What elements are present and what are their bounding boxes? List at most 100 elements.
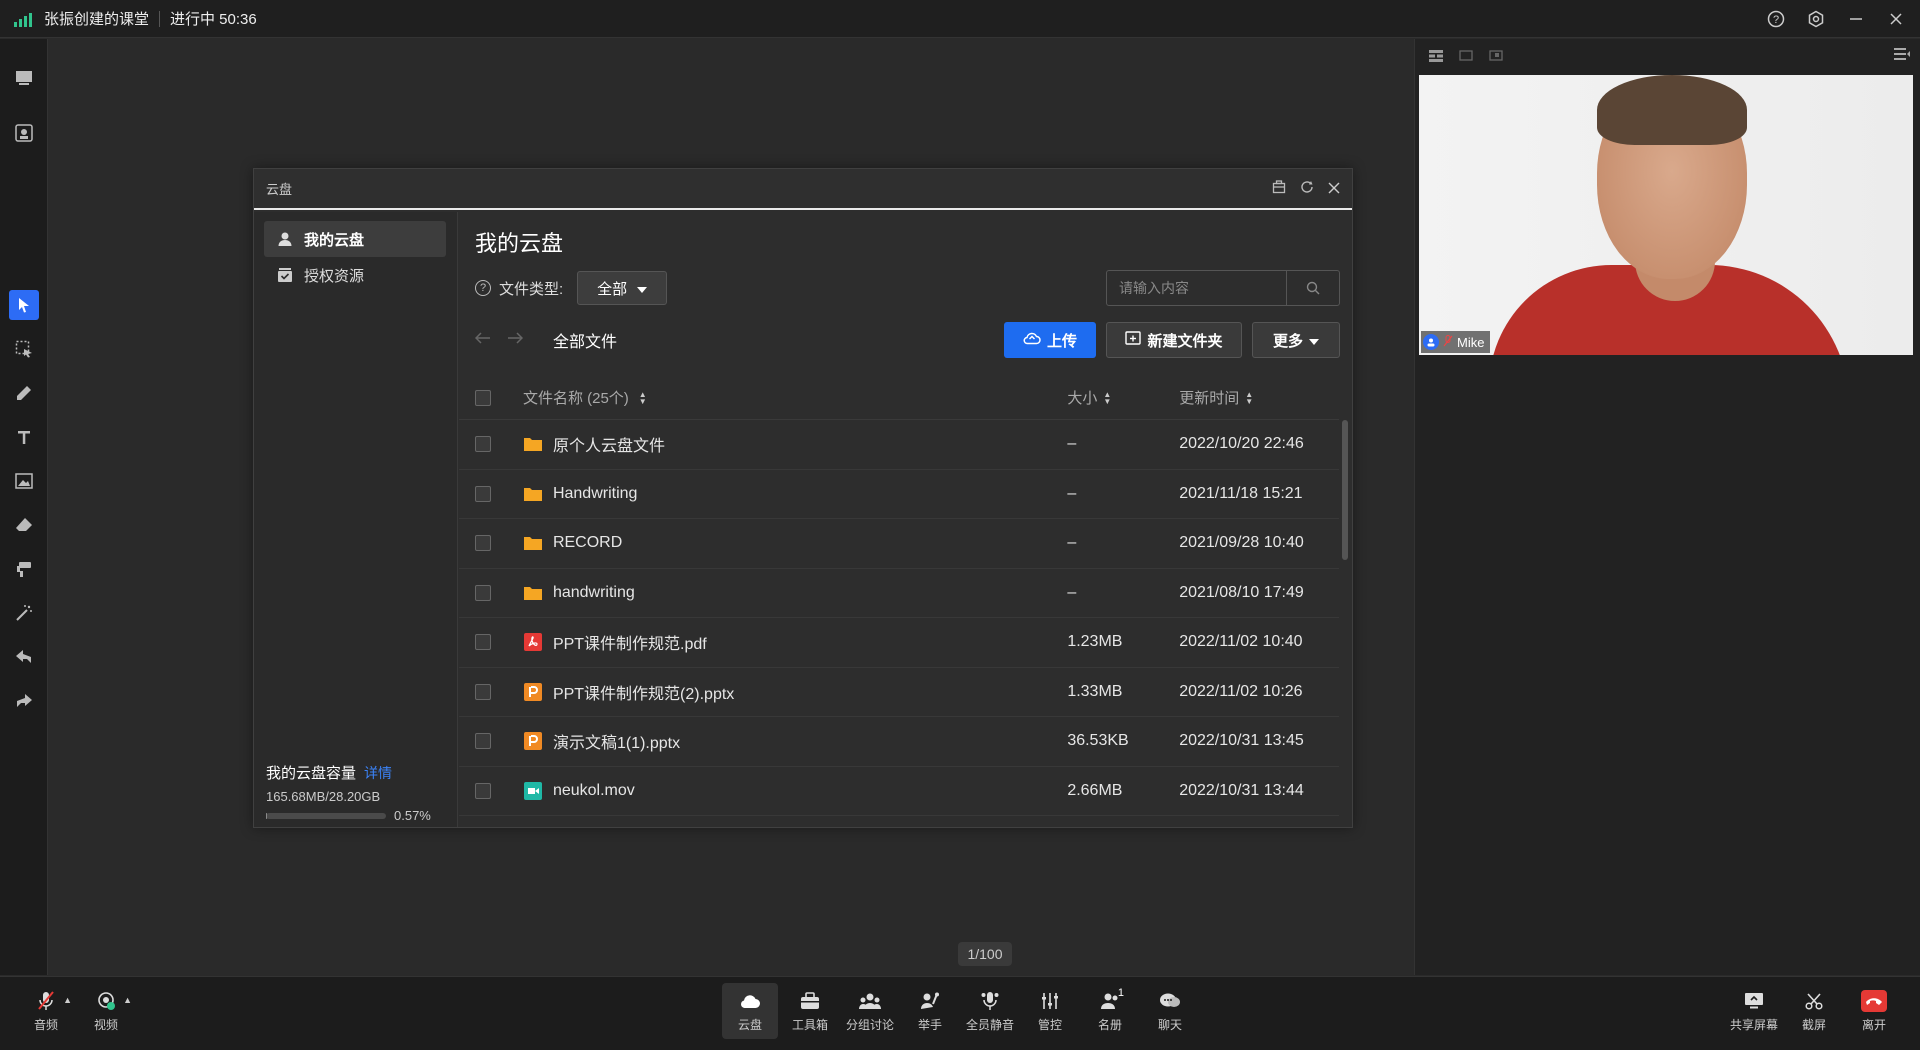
- capacity-info: 我的云盘容量 详情 165.68MB/28.20GB 0.57%: [266, 762, 446, 823]
- sidebar-item-my-cloud[interactable]: 我的云盘: [264, 221, 446, 257]
- participant-video-hair: [1597, 75, 1747, 145]
- table-row[interactable]: neukol.mov 2.66MB 2022/10/31 13:44: [459, 767, 1339, 816]
- row-checkbox[interactable]: [475, 683, 491, 700]
- caret-up-icon[interactable]: ▲: [123, 995, 132, 1005]
- help-icon[interactable]: ?: [1766, 9, 1786, 29]
- chat-button[interactable]: 聊天: [1142, 983, 1198, 1039]
- toolbox-icon: [800, 990, 820, 1012]
- row-checkbox[interactable]: [475, 584, 491, 601]
- row-checkbox[interactable]: [475, 436, 491, 453]
- magic-wand-icon[interactable]: [9, 598, 39, 628]
- table-row[interactable]: Handwriting – 2021/11/18 15:21: [459, 470, 1339, 519]
- audio-button[interactable]: 音频 ▲: [18, 983, 74, 1039]
- select-icon[interactable]: [9, 334, 39, 364]
- close-icon[interactable]: [1886, 9, 1906, 29]
- search-input[interactable]: [1107, 271, 1287, 305]
- minimize-icon[interactable]: [1846, 9, 1866, 29]
- control-label: 管控: [1037, 1017, 1062, 1032]
- column-name-header[interactable]: 文件名称 (25个) ▲ ▼: [523, 387, 1067, 408]
- toolbox-button[interactable]: 工具箱: [782, 983, 838, 1039]
- svg-text:?: ?: [1773, 14, 1779, 26]
- search-icon[interactable]: [1287, 271, 1339, 305]
- refresh-icon[interactable]: [1300, 180, 1314, 197]
- caret-down-icon: [637, 280, 648, 297]
- camera-frame-icon[interactable]: [9, 118, 39, 148]
- table-row[interactable]: 原个人云盘文件 – 2022/10/20 22:46: [459, 420, 1339, 470]
- control-button[interactable]: 管控: [1022, 983, 1078, 1039]
- upload-button[interactable]: 上传: [1004, 322, 1096, 358]
- more-button[interactable]: 更多: [1252, 322, 1340, 358]
- share-screen-button[interactable]: 共享屏幕: [1726, 983, 1782, 1039]
- grid-layout-icon[interactable]: [1429, 49, 1443, 65]
- file-type-filter: ? 文件类型: 全部: [475, 270, 668, 306]
- table-row[interactable]: 演示文稿1(1).pptx 36.53KB 2022/10/31 13:45: [459, 717, 1339, 767]
- folder-icon: [523, 583, 543, 603]
- mic-muted-icon: [37, 990, 55, 1012]
- file-name: PPT课件制作规范(2).pptx: [552, 685, 735, 703]
- cloud-upload-icon: [1023, 331, 1041, 349]
- dialog-main: 我的云盘 ? 文件类型: 全部 全部文件: [459, 212, 1352, 827]
- file-type-select[interactable]: 全部: [577, 271, 668, 305]
- column-time-label: 更新时间: [1179, 390, 1240, 407]
- video-button[interactable]: 视频 ▲: [78, 983, 134, 1039]
- table-row[interactable]: PPT课件制作规范(2).pptx 1.33MB 2022/11/02 10:26: [459, 668, 1339, 717]
- help-icon[interactable]: ?: [475, 280, 491, 296]
- bottom-toolbar: 音频 ▲ 视频 ▲ 云盘 工具箱 分组讨论 举手 全员静音 管控 1 名册 聊天…: [0, 976, 1920, 1050]
- paint-icon[interactable]: [9, 554, 39, 584]
- roster-label: 名册: [1097, 1017, 1122, 1032]
- group-discussion-button[interactable]: 分组讨论: [842, 983, 898, 1039]
- file-time: 2021/08/10 17:49: [1179, 583, 1304, 601]
- video-layout-bar: [1415, 39, 1920, 75]
- capacity-details-link[interactable]: 详情: [364, 763, 392, 783]
- table-row[interactable]: PPT课件制作规范.pdf 1.23MB 2022/11/02 10:40: [459, 618, 1339, 668]
- file-time: 2022/11/02 10:40: [1179, 633, 1303, 651]
- eraser-icon[interactable]: [9, 510, 39, 540]
- select-all-checkbox[interactable]: [475, 389, 491, 406]
- sidebar-item-authorized[interactable]: 授权资源: [264, 257, 446, 293]
- file-name: handwriting: [552, 583, 635, 601]
- new-folder-button[interactable]: 新建文件夹: [1106, 322, 1242, 358]
- column-time-header[interactable]: 更新时间 ▲ ▼: [1179, 387, 1339, 408]
- dialog-close-icon[interactable]: [1328, 181, 1340, 197]
- caret-up-icon[interactable]: ▲: [63, 995, 72, 1005]
- text-icon[interactable]: [9, 422, 39, 452]
- chat-window-icon[interactable]: [9, 63, 39, 93]
- leave-button[interactable]: 离开: [1846, 983, 1902, 1039]
- pen-icon[interactable]: [9, 378, 39, 408]
- row-checkbox[interactable]: [475, 782, 491, 799]
- row-checkbox[interactable]: [475, 485, 491, 502]
- raise-hand-button[interactable]: 举手: [902, 983, 958, 1039]
- participant-video[interactable]: Mike: [1419, 75, 1913, 355]
- mute-all-button[interactable]: 全员静音: [962, 983, 1018, 1039]
- dialog-actions: [1272, 169, 1340, 208]
- collapse-panel-icon[interactable]: [1894, 47, 1910, 64]
- settings-icon[interactable]: [1806, 9, 1826, 29]
- cloud-disk-button[interactable]: 云盘: [722, 983, 778, 1039]
- screenshot-button[interactable]: 截屏: [1786, 983, 1842, 1039]
- file-name: RECORD: [552, 534, 623, 552]
- camera-icon: [96, 990, 116, 1012]
- trash-icon[interactable]: [1272, 180, 1286, 197]
- row-checkbox[interactable]: [475, 733, 491, 750]
- scrollbar[interactable]: [1342, 420, 1348, 560]
- table-row[interactable]: handwriting – 2021/08/10 17:49: [459, 569, 1339, 618]
- undo-icon[interactable]: [9, 642, 39, 672]
- forward-arrow-icon[interactable]: [507, 331, 524, 349]
- pptx-file-icon: [523, 731, 543, 751]
- column-size-header[interactable]: 大小 ▲ ▼: [1067, 387, 1179, 408]
- file-time: 2021/09/28 10:40: [1179, 534, 1304, 552]
- redo-icon[interactable]: [9, 686, 39, 716]
- speaker-layout-icon[interactable]: [1459, 49, 1473, 65]
- image-icon[interactable]: [9, 466, 39, 496]
- pip-layout-icon[interactable]: [1489, 49, 1503, 65]
- table-row[interactable]: RECORD – 2021/09/28 10:40: [459, 519, 1339, 569]
- breadcrumb[interactable]: 全部文件: [553, 328, 617, 352]
- sidebar-item-label: 我的云盘: [304, 231, 365, 249]
- row-checkbox[interactable]: [475, 535, 491, 552]
- back-arrow-icon[interactable]: [474, 331, 491, 349]
- pointer-icon[interactable]: [9, 290, 39, 320]
- roster-button[interactable]: 1 名册: [1082, 983, 1138, 1039]
- capacity-progress-fill: [266, 812, 267, 819]
- row-checkbox[interactable]: [475, 634, 491, 651]
- table-header: 文件名称 (25个) ▲ ▼ 大小 ▲ ▼ 更新时间 ▲ ▼: [459, 376, 1339, 420]
